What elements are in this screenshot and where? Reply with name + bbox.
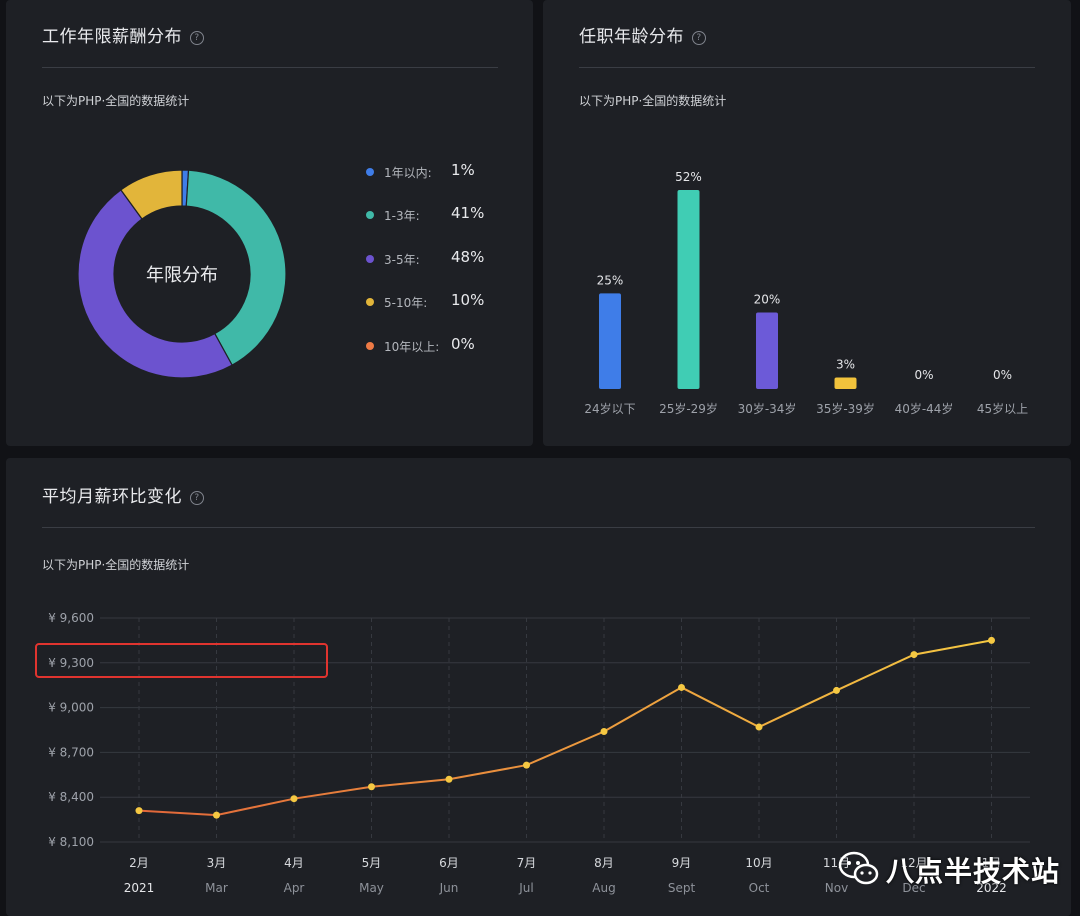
x-tick-label: 6月 [439,856,459,870]
x-tick-label: 5月 [362,856,382,870]
data-point[interactable] [368,783,375,791]
wechat-icon [838,851,879,885]
x-tick-label: 9月 [672,856,692,870]
data-point[interactable] [755,723,763,731]
data-point[interactable] [678,683,685,691]
y-tick-label: ¥ 8,100 [48,835,94,849]
salary-line-chart: ¥ 9,600¥ 9,300¥ 9,000¥ 8,700¥ 8,400¥ 8,1… [48,611,1030,895]
data-point[interactable] [135,807,143,815]
x-tick-label: 4月 [284,856,304,870]
data-point[interactable] [910,651,918,659]
x-sub-label: Jul [518,881,533,895]
x-tick-label: 8月 [594,856,614,870]
data-point[interactable] [833,686,840,694]
x-sub-label: Sept [668,881,696,895]
x-sub-label: Mar [205,881,228,895]
data-point[interactable] [600,727,608,735]
x-sub-label: 2021 [124,881,155,895]
data-point[interactable] [523,761,530,769]
y-tick-label: ¥ 8,700 [48,745,94,759]
x-sub-label: Oct [749,881,770,895]
x-tick-label: 3月 [207,856,227,870]
x-sub-label: Aug [592,881,615,895]
x-tick-label: 10月 [745,856,772,870]
data-point[interactable] [445,775,453,783]
x-sub-label: Jun [439,881,459,895]
x-tick-label: 7月 [517,856,537,870]
highlight-box [35,643,328,678]
data-point[interactable] [988,636,995,644]
data-point[interactable] [290,795,298,803]
y-tick-label: ¥ 9,000 [48,701,94,715]
x-sub-label: May [359,881,384,895]
y-tick-label: ¥ 9,600 [48,611,94,625]
data-point[interactable] [213,811,220,819]
x-tick-label: 2月 [129,856,149,870]
watermark-text: 八点半技术站 [886,855,1061,888]
y-tick-label: ¥ 8,400 [48,790,94,804]
x-sub-label: Apr [284,881,305,895]
